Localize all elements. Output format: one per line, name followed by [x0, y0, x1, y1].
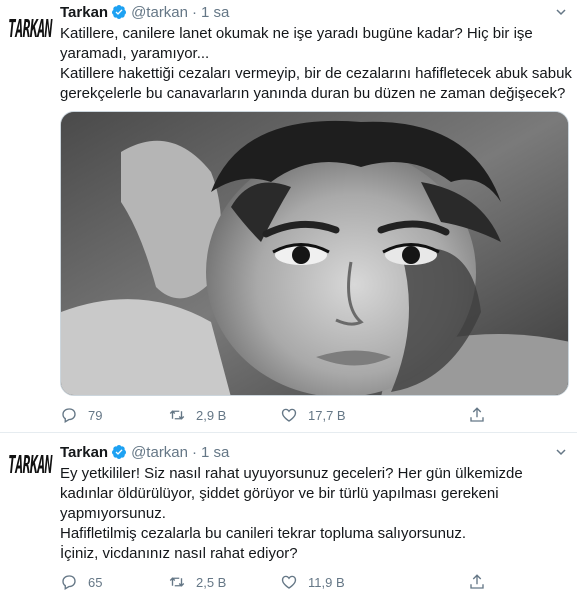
tweet-text: Ey yetkililer! Siz nasıl rahat uyuyorsun…: [60, 464, 570, 564]
retweet-icon: [169, 577, 185, 587]
tweet[interactable]: TARKAN Tarkan @tarkan · 1 sa Katillere, …: [0, 0, 577, 432]
avatar-logo: TARKAN: [8, 451, 52, 481]
heart-icon: [281, 575, 297, 589]
heart-icon: [281, 408, 297, 422]
tweet-text-line: Hafifletilmiş cezalarla bu canileri tekr…: [60, 525, 466, 542]
tweet-text: Katillere, canilere lanet okumak ne işe …: [60, 24, 572, 104]
tweet-text-line: İçiniz, vicdanınız nasıl rahat ediyor?: [60, 545, 298, 562]
retweet-count: 2,5 B: [196, 574, 227, 590]
reply-icon: [62, 408, 76, 423]
tweet-text-line: Ey yetkililer! Siz nasıl rahat uyuyorsun…: [60, 465, 523, 482]
tweet-text-line: kadınlar öldürülüyor, şiddet görüyor ve …: [60, 485, 499, 502]
reply-button[interactable]: 65: [60, 572, 102, 592]
tweet-timestamp[interactable]: 1 sa: [201, 4, 229, 21]
tweet-text-line: yaramadı, yaramıyor...: [60, 45, 210, 62]
avatar[interactable]: TARKAN: [8, 444, 52, 488]
reply-button[interactable]: 79: [60, 405, 102, 425]
retweet-count: 2,9 B: [196, 407, 227, 423]
author-handle[interactable]: @tarkan: [131, 444, 188, 461]
reply-count: 79: [88, 407, 103, 423]
like-button[interactable]: 11,9 B: [280, 572, 345, 592]
tweet-text-line: Katillere, canilere lanet okumak ne işe …: [60, 25, 533, 42]
chevron-down-icon[interactable]: [555, 6, 567, 18]
retweet-button[interactable]: 2,9 B: [168, 405, 226, 425]
share-icon: [470, 574, 484, 589]
chevron-down-icon[interactable]: [555, 446, 567, 458]
tweet-actions: 79 2,9 B 17,7 B: [60, 405, 540, 425]
like-button[interactable]: 17,7 B: [280, 405, 346, 425]
share-button[interactable]: [468, 405, 496, 425]
share-icon: [470, 407, 484, 422]
separator-dot: ·: [192, 443, 197, 461]
tweet-text-line: Katillere hakettiği cezaları vermeyip, b…: [60, 65, 572, 82]
share-button[interactable]: [468, 572, 496, 592]
tweet-text-line: yapmıyorsunuz.: [60, 505, 166, 522]
tweet-actions: 65 2,5 B 11,9 B: [60, 572, 540, 592]
verified-badge-icon: [112, 445, 127, 459]
avatar-logo: TARKAN: [8, 15, 52, 45]
author-name[interactable]: Tarkan: [60, 4, 108, 21]
reply-count: 65: [88, 574, 103, 590]
avatar[interactable]: TARKAN: [8, 8, 52, 52]
retweet-button[interactable]: 2,5 B: [168, 572, 226, 592]
verified-badge-icon: [112, 5, 127, 19]
separator-dot: ·: [192, 3, 197, 21]
author-name[interactable]: Tarkan: [60, 444, 108, 461]
tweet-text-line: gerekçelerle bu canavarların yanında dur…: [60, 85, 566, 102]
tweet-photo[interactable]: [60, 111, 569, 396]
reply-icon: [62, 575, 76, 590]
tweet-header: Tarkan @tarkan · 1 sa: [60, 2, 229, 22]
like-count: 11,9 B: [308, 574, 345, 590]
tweet-header: Tarkan @tarkan · 1 sa: [60, 442, 229, 462]
retweet-icon: [169, 410, 185, 420]
like-count: 17,7 B: [308, 407, 346, 423]
author-handle[interactable]: @tarkan: [131, 4, 188, 21]
tweet[interactable]: TARKAN Tarkan @tarkan · 1 sa Ey yetkilil…: [0, 433, 577, 595]
black-and-white-portrait-photo: [61, 112, 568, 395]
tweet-timestamp[interactable]: 1 sa: [201, 444, 229, 461]
